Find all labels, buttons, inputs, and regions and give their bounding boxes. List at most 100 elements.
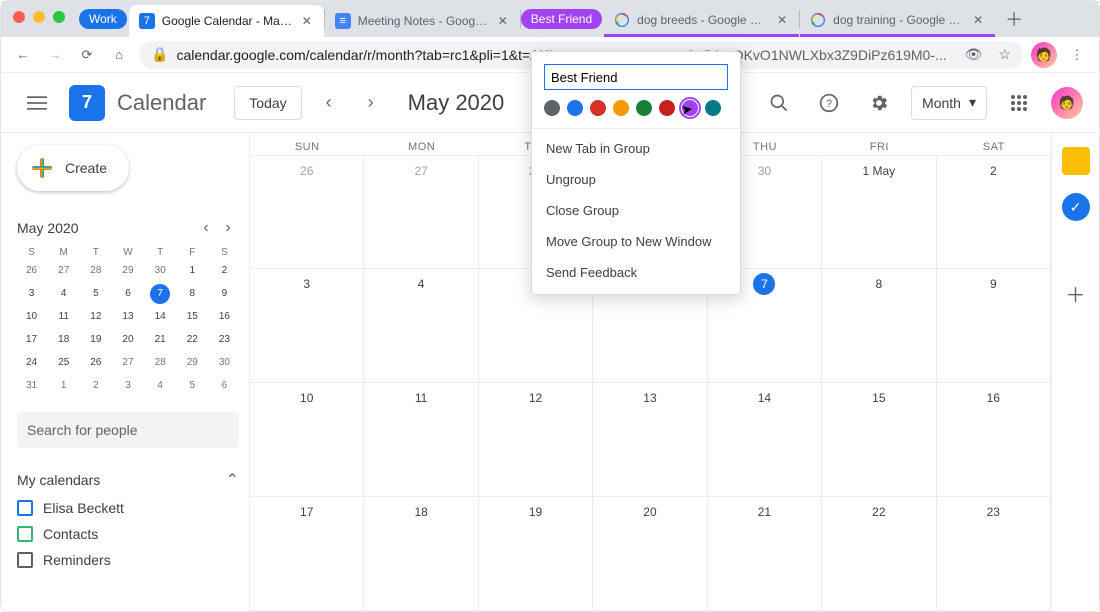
tasks-icon[interactable]: ✓	[1062, 193, 1090, 221]
group-color-option[interactable]	[705, 100, 721, 116]
close-tab-icon[interactable]: ✕	[496, 14, 510, 28]
calendar-checkbox-row[interactable]: Elisa Beckett	[17, 500, 239, 516]
close-tab-icon[interactable]: ✕	[971, 13, 985, 27]
kebab-menu-icon[interactable]: ⋮	[1065, 43, 1089, 67]
minimize-window-icon[interactable]	[33, 11, 45, 23]
settings-gear-icon[interactable]	[861, 85, 897, 121]
tab-group-name-input[interactable]	[544, 64, 728, 90]
day-cell[interactable]: 13	[593, 383, 707, 497]
mini-day[interactable]: 5	[81, 284, 110, 304]
tab-dog-breeds[interactable]: dog breeds - Google Searc ✕	[604, 5, 799, 37]
mini-next-icon[interactable]: ›	[217, 217, 239, 239]
mini-day[interactable]: 1	[49, 376, 78, 396]
nav-back-icon[interactable]: ←	[11, 43, 35, 67]
day-cell[interactable]: 9	[937, 269, 1051, 383]
day-cell[interactable]: 10	[250, 383, 364, 497]
close-tab-icon[interactable]: ✕	[775, 13, 789, 27]
mini-day[interactable]: 9	[210, 284, 239, 304]
day-cell[interactable]: 3	[250, 269, 364, 383]
mini-day[interactable]: 23	[210, 330, 239, 350]
tab-calendar[interactable]: 7 Google Calendar - May 202 ✕	[129, 5, 324, 37]
star-icon[interactable]: ☆	[998, 46, 1011, 63]
mini-day[interactable]: 20	[113, 330, 142, 350]
mini-day[interactable]: 10	[17, 307, 46, 327]
day-cell[interactable]: 20	[593, 497, 707, 611]
group-color-option[interactable]	[590, 100, 606, 116]
next-month-icon[interactable]: ›	[356, 88, 386, 118]
mini-prev-icon[interactable]: ‹	[195, 217, 217, 239]
group-color-option[interactable]	[659, 100, 675, 116]
day-cell[interactable]: 4	[364, 269, 478, 383]
mini-day[interactable]: 24	[17, 353, 46, 373]
group-color-option[interactable]	[636, 100, 652, 116]
tab-dog-training[interactable]: dog training - Google Sear ✕	[800, 5, 995, 37]
mini-day[interactable]: 27	[49, 261, 78, 281]
day-cell[interactable]: 21	[708, 497, 822, 611]
mini-day[interactable]: 26	[81, 353, 110, 373]
group-menu-item[interactable]: New Tab in Group	[532, 133, 740, 164]
reload-icon[interactable]: ⟳	[75, 43, 99, 67]
day-cell[interactable]: 12	[479, 383, 593, 497]
day-cell[interactable]: 18	[364, 497, 478, 611]
mini-day[interactable]: 29	[113, 261, 142, 281]
day-cell[interactable]: 26	[250, 155, 364, 269]
mini-day[interactable]: 25	[49, 353, 78, 373]
mini-day[interactable]: 17	[17, 330, 46, 350]
account-avatar-icon[interactable]: 🧑	[1051, 87, 1083, 119]
checkbox-icon[interactable]	[17, 526, 33, 542]
group-color-option[interactable]	[567, 100, 583, 116]
day-cell[interactable]: 14	[708, 383, 822, 497]
mini-day[interactable]: 4	[49, 284, 78, 304]
group-menu-item[interactable]: Close Group	[532, 195, 740, 226]
mini-day[interactable]: 29	[178, 353, 207, 373]
day-cell[interactable]: 11	[364, 383, 478, 497]
mini-day[interactable]: 18	[49, 330, 78, 350]
mini-day[interactable]: 30	[210, 353, 239, 373]
mini-day[interactable]: 5	[178, 376, 207, 396]
group-color-option[interactable]	[544, 100, 560, 116]
new-tab-button[interactable]: ＋	[1001, 6, 1027, 32]
mini-day[interactable]: 13	[113, 307, 142, 327]
profile-avatar-icon[interactable]: 🧑	[1031, 42, 1057, 68]
my-calendars-toggle[interactable]: My calendars ⌃	[17, 470, 239, 490]
day-cell[interactable]: 1 May	[822, 155, 936, 269]
day-cell[interactable]: 16	[937, 383, 1051, 497]
mini-day[interactable]: 28	[81, 261, 110, 281]
day-cell[interactable]: 22	[822, 497, 936, 611]
day-cell[interactable]: 15	[822, 383, 936, 497]
mini-day[interactable]: 2	[210, 261, 239, 281]
prev-month-icon[interactable]: ‹	[314, 88, 344, 118]
day-cell[interactable]: 27	[364, 155, 478, 269]
mini-day[interactable]: 7	[150, 284, 170, 304]
day-cell[interactable]: 19	[479, 497, 593, 611]
add-addon-icon[interactable]: ＋	[1062, 279, 1090, 307]
mini-day[interactable]: 30	[146, 261, 175, 281]
mini-day[interactable]: 31	[17, 376, 46, 396]
mini-day[interactable]: 28	[146, 353, 175, 373]
mini-day[interactable]: 11	[49, 307, 78, 327]
day-cell[interactable]: 23	[937, 497, 1051, 611]
mini-day[interactable]: 15	[178, 307, 207, 327]
group-menu-item[interactable]: Ungroup	[532, 164, 740, 195]
apps-grid-icon[interactable]	[1001, 85, 1037, 121]
eye-icon[interactable]: 👁	[965, 46, 983, 63]
mini-day[interactable]: 8	[178, 284, 207, 304]
day-cell[interactable]: 17	[250, 497, 364, 611]
search-icon[interactable]	[761, 85, 797, 121]
mini-day[interactable]: 1	[178, 261, 207, 281]
window-controls[interactable]	[13, 11, 65, 23]
today-button[interactable]: Today	[234, 86, 301, 120]
day-cell[interactable]: 8	[822, 269, 936, 383]
calendar-checkbox-row[interactable]: Reminders	[17, 552, 239, 568]
close-tab-icon[interactable]: ✕	[300, 14, 314, 28]
keep-icon[interactable]	[1062, 147, 1090, 175]
mini-day[interactable]: 21	[146, 330, 175, 350]
group-color-option[interactable]	[613, 100, 629, 116]
help-icon[interactable]: ?	[811, 85, 847, 121]
mini-day[interactable]: 6	[113, 284, 142, 304]
group-menu-item[interactable]: Send Feedback	[532, 257, 740, 288]
checkbox-icon[interactable]	[17, 552, 33, 568]
mini-day[interactable]: 19	[81, 330, 110, 350]
create-button[interactable]: Create	[17, 145, 129, 191]
mini-day[interactable]: 4	[146, 376, 175, 396]
